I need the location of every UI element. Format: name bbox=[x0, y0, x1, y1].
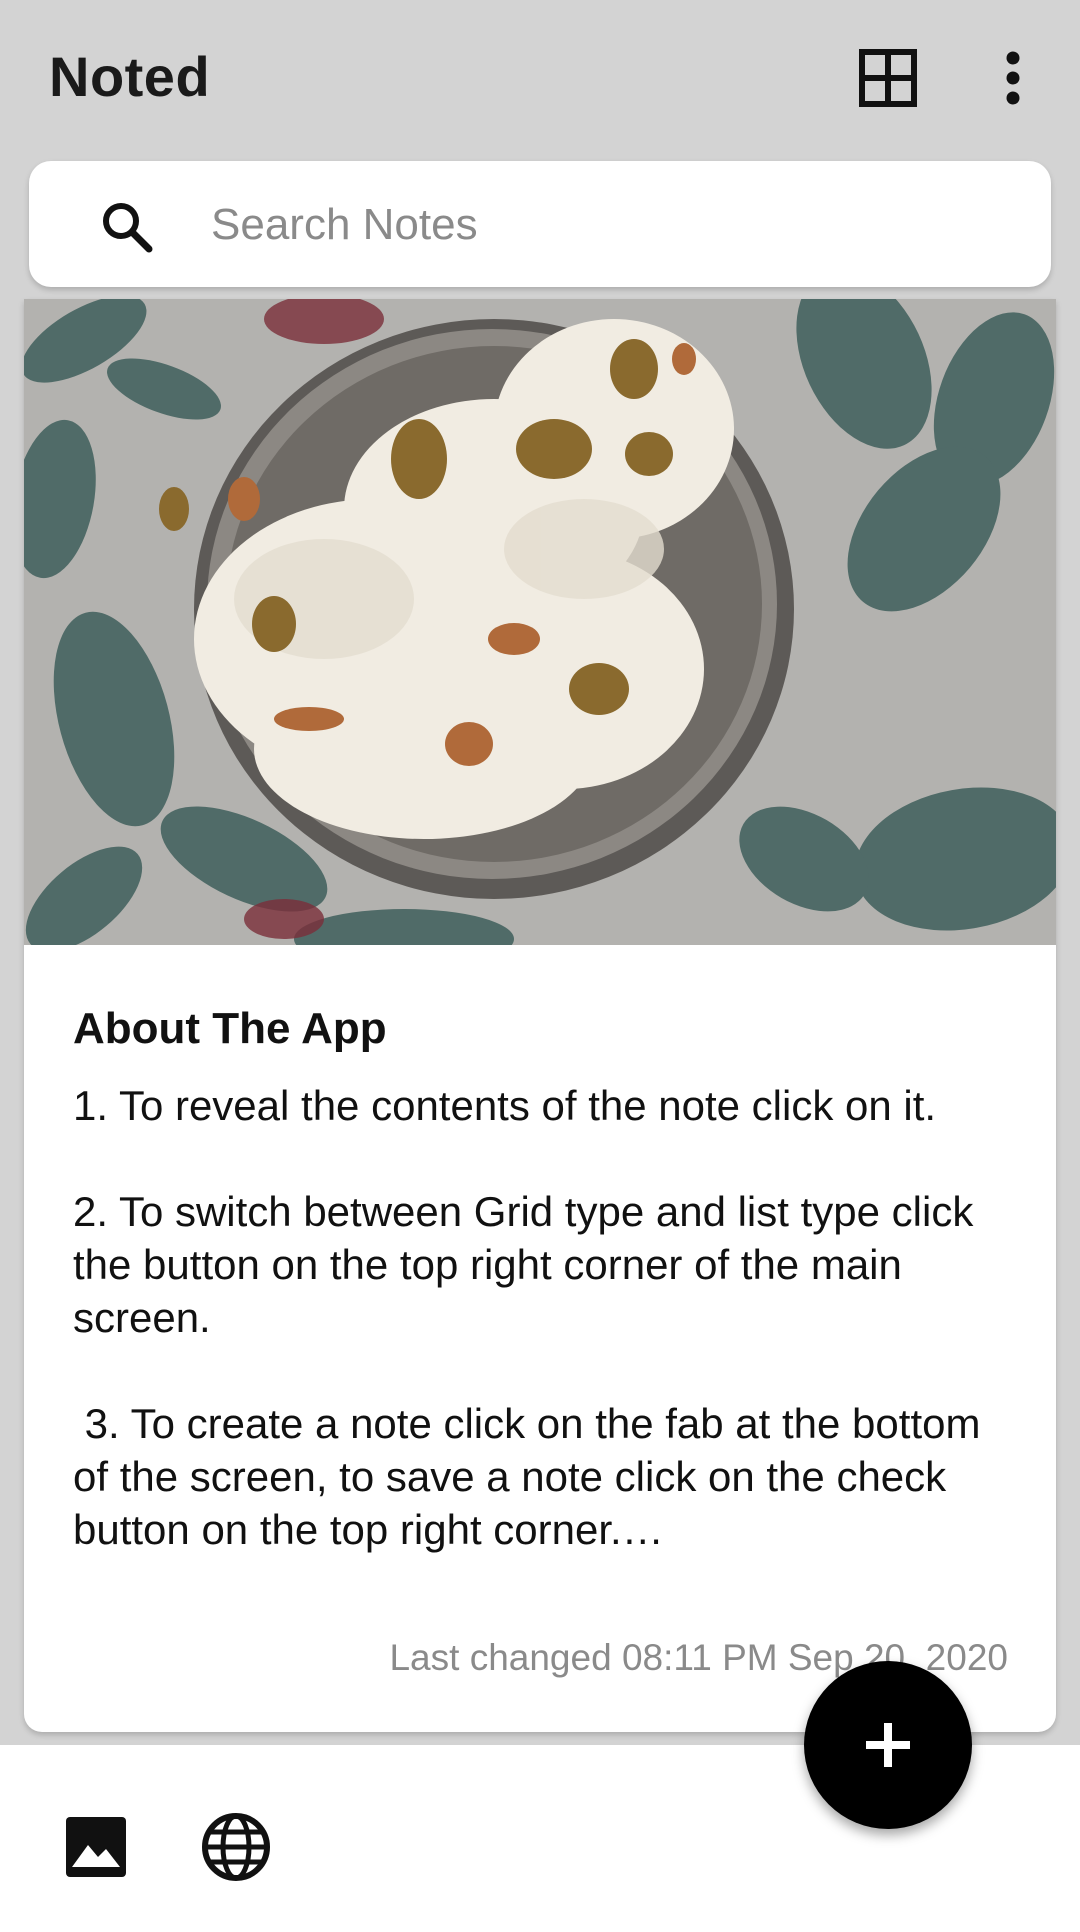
search-input[interactable] bbox=[209, 189, 1013, 261]
image-icon bbox=[66, 1817, 126, 1877]
note-body: 1. To reveal the contents of the note cl… bbox=[73, 1082, 981, 1553]
add-link-button[interactable] bbox=[192, 1803, 280, 1891]
top-app-bar: Noted bbox=[0, 0, 1080, 160]
app-title: Noted bbox=[49, 45, 211, 108]
note-title: About The App bbox=[73, 1004, 387, 1053]
search-bar bbox=[29, 161, 1051, 287]
search-icon bbox=[103, 203, 153, 253]
grid-view-icon bbox=[859, 49, 917, 107]
more-vert-icon bbox=[1006, 51, 1020, 105]
add-icon bbox=[866, 1723, 910, 1767]
note-card[interactable]: About The App 1. To reveal the contents … bbox=[24, 299, 1056, 1732]
app-screen: Noted Search Notes About The App 1. To r… bbox=[0, 0, 1080, 1932]
layout-toggle-button[interactable] bbox=[855, 45, 921, 111]
note-image bbox=[24, 299, 1056, 945]
add-image-button[interactable] bbox=[56, 1807, 136, 1887]
add-note-fab[interactable] bbox=[804, 1661, 972, 1829]
overflow-menu-button[interactable] bbox=[990, 45, 1036, 111]
globe-icon bbox=[202, 1813, 270, 1881]
